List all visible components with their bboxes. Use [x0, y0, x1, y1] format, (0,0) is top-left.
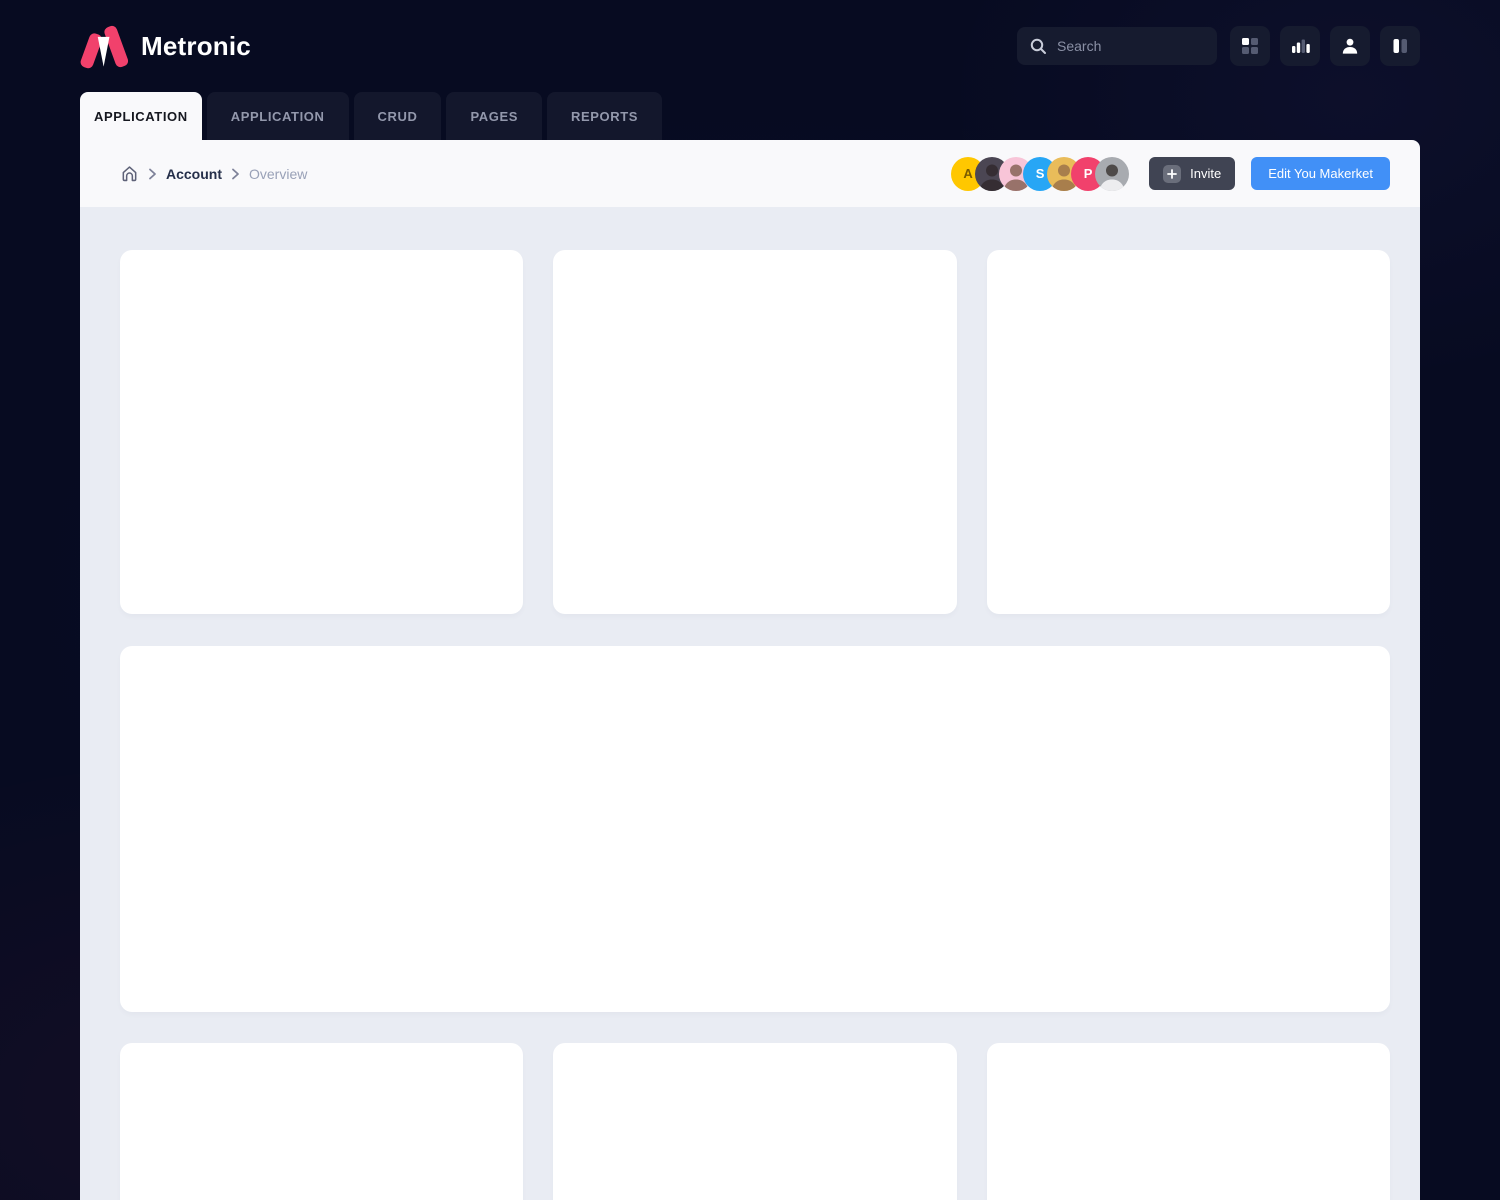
placeholder-card	[987, 1043, 1390, 1200]
placeholder-card	[553, 1043, 956, 1200]
breadcrumb-overview: Overview	[249, 166, 307, 182]
invite-button[interactable]: Invite	[1149, 157, 1235, 190]
tab-crud[interactable]: CRUD	[354, 92, 442, 140]
tab-reports[interactable]: REPORTS	[547, 92, 662, 140]
main-panel: Account Overview A	[80, 140, 1420, 1200]
avatar-group: A S	[951, 157, 1129, 191]
brand-name: Metronic	[141, 31, 251, 62]
placeholder-card	[987, 250, 1390, 614]
chevron-right-icon	[231, 168, 240, 180]
bar-chart-button[interactable]	[1280, 26, 1320, 66]
app-header: Metronic	[0, 0, 1500, 92]
avatar-photo-4[interactable]	[1095, 157, 1129, 191]
tab-application-active[interactable]: APPLICATION	[80, 92, 202, 140]
user-icon	[1339, 35, 1361, 57]
content-area	[80, 207, 1420, 1200]
placeholder-card	[120, 250, 523, 614]
avatar-initial-label: P	[1084, 166, 1093, 181]
avatar-initial-label: A	[963, 166, 972, 181]
brand-logo[interactable]: Metronic	[80, 24, 251, 69]
card-row-bottom	[120, 1043, 1390, 1200]
bar-chart-icon	[1289, 35, 1311, 57]
layout-columns-button[interactable]	[1380, 26, 1420, 66]
header-actions	[1017, 26, 1420, 66]
person-photo-icon	[1095, 157, 1129, 191]
plus-icon	[1163, 165, 1181, 183]
search-box	[1017, 27, 1217, 65]
invite-label: Invite	[1190, 166, 1221, 181]
placeholder-card-wide	[120, 646, 1390, 1012]
chevron-right-icon	[148, 168, 157, 180]
toolbar-actions: A S	[951, 157, 1390, 191]
metronic-logo-icon	[80, 24, 128, 69]
page-tabbar: APPLICATION APPLICATION CRUD PAGES REPOR…	[80, 92, 1500, 140]
apps-grid-icon	[1239, 35, 1261, 57]
breadcrumb: Account Overview	[120, 164, 307, 183]
breadcrumb-account[interactable]: Account	[166, 166, 222, 182]
tab-application[interactable]: APPLICATION	[207, 92, 349, 140]
user-button[interactable]	[1330, 26, 1370, 66]
card-row-top	[120, 250, 1390, 614]
toolbar: Account Overview A	[80, 140, 1420, 207]
layout-columns-icon	[1389, 35, 1411, 57]
placeholder-card	[120, 1043, 523, 1200]
home-icon[interactable]	[120, 164, 139, 183]
search-icon	[1029, 37, 1047, 55]
apps-grid-button[interactable]	[1230, 26, 1270, 66]
edit-market-button[interactable]: Edit You Makerket	[1251, 157, 1390, 190]
search-input[interactable]	[1057, 38, 1197, 54]
avatar-initial-label: S	[1036, 166, 1045, 181]
tab-pages[interactable]: PAGES	[446, 92, 542, 140]
placeholder-card	[553, 250, 956, 614]
